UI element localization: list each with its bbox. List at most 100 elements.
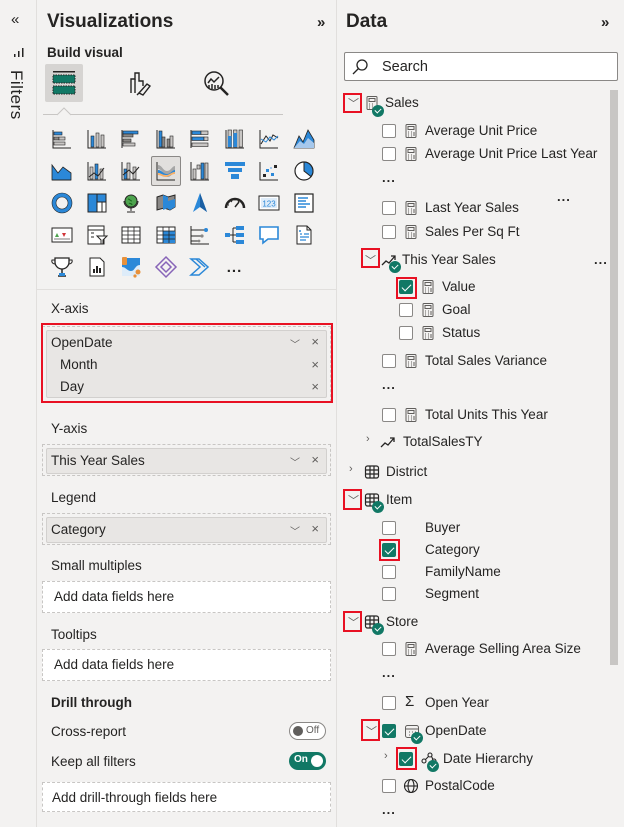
more-options-icon[interactable]: ...: [594, 252, 608, 267]
visual-waterfall-chart[interactable]: [185, 156, 215, 186]
visual-gauge[interactable]: [220, 188, 250, 218]
field-checkbox[interactable]: [382, 696, 396, 710]
data-title: Data: [346, 11, 388, 32]
legend-field-pill[interactable]: Category ﹀ ×: [46, 517, 327, 543]
remove-field-icon[interactable]: ×: [311, 452, 319, 467]
chevron-right-icon[interactable]: ›: [349, 463, 353, 475]
visual-power-automate[interactable]: [185, 252, 215, 282]
more-options-icon[interactable]: ...: [557, 189, 571, 204]
analytics-tab[interactable]: [197, 64, 235, 102]
tooltips-well[interactable]: Add data fields here: [42, 649, 331, 681]
visual-metrics[interactable]: [47, 252, 77, 282]
power-automate-icon: [189, 258, 210, 276]
field-checkbox[interactable]: [382, 124, 396, 138]
field-checkbox[interactable]: [382, 779, 396, 793]
visual-paginated-report[interactable]: [82, 252, 112, 282]
more-options-icon[interactable]: ...: [382, 377, 396, 392]
visual-more-visuals[interactable]: ...: [220, 252, 250, 282]
remove-field-icon[interactable]: ×: [311, 521, 319, 536]
kpi-icon: [51, 227, 73, 243]
collapse-visualizations-icon[interactable]: »: [317, 14, 325, 31]
visual-line-and-stacked-column-chart[interactable]: [82, 156, 112, 186]
calculator-icon: [405, 642, 417, 656]
visual-100-stacked-bar-chart[interactable]: [185, 124, 215, 154]
field-checkbox[interactable]: [382, 354, 396, 368]
visual-funnel-chart[interactable]: [220, 156, 250, 186]
visual-multi-row-card[interactable]: [289, 188, 319, 218]
chevron-down-icon[interactable]: ﹀: [290, 523, 300, 538]
selected-check-badge: [411, 732, 423, 744]
field-checkbox[interactable]: [399, 303, 413, 317]
visual-100-stacked-column-chart[interactable]: [220, 124, 250, 154]
visual-smart-narrative[interactable]: [289, 220, 319, 250]
field-checkbox[interactable]: [399, 326, 413, 340]
more-options-icon[interactable]: ...: [382, 665, 396, 680]
visual-area-chart[interactable]: [289, 124, 319, 154]
field-checkbox[interactable]: [382, 521, 396, 535]
mode-tab-divider: [43, 114, 283, 115]
cross-report-toggle[interactable]: Off: [289, 722, 326, 740]
more-options-icon[interactable]: ...: [382, 802, 396, 817]
y-axis-well[interactable]: This Year Sales ﹀ ×: [42, 444, 331, 476]
visual-stacked-column-chart[interactable]: [82, 124, 112, 154]
visual-decomposition-tree[interactable]: [220, 220, 250, 250]
legend-well[interactable]: Category ﹀ ×: [42, 513, 331, 545]
visual-donut-chart[interactable]: [47, 188, 77, 218]
filled-map-icon: [156, 194, 175, 211]
x-axis-label: X-axis: [51, 301, 89, 316]
format-visual-tab[interactable]: [121, 64, 159, 102]
visual-power-apps-diamond[interactable]: [151, 252, 181, 282]
visual-clustered-bar-chart[interactable]: [116, 124, 146, 154]
field-checkbox[interactable]: [382, 408, 396, 422]
chevron-right-icon[interactable]: ›: [366, 433, 370, 445]
search-input[interactable]: Search: [344, 52, 618, 81]
drill-through-well[interactable]: Add drill-through fields here: [42, 782, 331, 812]
visual-azure-map[interactable]: [185, 188, 215, 218]
visual-card[interactable]: 123: [254, 188, 284, 218]
more-visuals-icon: ...: [226, 258, 243, 276]
visual-qa[interactable]: [254, 220, 284, 250]
visual-matrix[interactable]: [151, 220, 181, 250]
azure-map-icon: [193, 193, 207, 212]
visual-ribbon-chart[interactable]: [150, 156, 181, 186]
matrix-icon: [156, 226, 175, 244]
field-checkbox[interactable]: [382, 225, 396, 239]
field-checkbox-checked[interactable]: [382, 724, 396, 738]
chevron-right-icon[interactable]: ›: [384, 750, 388, 762]
visual-filled-map[interactable]: [151, 188, 181, 218]
field-checkbox[interactable]: [382, 565, 396, 579]
legend-field-name: Category: [51, 522, 106, 537]
visual-map[interactable]: [116, 188, 146, 218]
field-checkbox[interactable]: [382, 201, 396, 215]
visual-stacked-area-chart[interactable]: [47, 156, 77, 186]
visual-clustered-column-chart[interactable]: [151, 124, 181, 154]
chevron-down-icon[interactable]: ﹀: [290, 454, 300, 469]
filters-label[interactable]: Filters: [6, 70, 26, 120]
collapse-data-icon[interactable]: »: [601, 14, 609, 31]
multi-row-card-icon: [293, 193, 314, 213]
treemap-icon: [87, 193, 106, 213]
visual-table[interactable]: [116, 220, 146, 250]
visual-line-chart[interactable]: [254, 124, 284, 154]
expand-filters-icon[interactable]: «: [11, 12, 19, 27]
small-multiples-well[interactable]: Add data fields here: [42, 581, 331, 613]
visual-power-apps[interactable]: [116, 252, 146, 282]
tooltips-placeholder: Add data fields here: [54, 657, 175, 672]
more-options-icon[interactable]: ...: [382, 170, 396, 185]
visual-key-influencers[interactable]: [185, 220, 215, 250]
visual-kpi[interactable]: [47, 220, 77, 250]
visual-line-and-clustered-column-chart[interactable]: [116, 156, 146, 186]
field-checkbox[interactable]: [382, 642, 396, 656]
build-visual-tab[interactable]: [45, 64, 83, 102]
visual-pie-chart[interactable]: [289, 156, 319, 186]
data-scrollbar[interactable]: [610, 90, 618, 665]
field-checkbox[interactable]: [382, 147, 396, 161]
filters-pane-collapsed[interactable]: « Filters: [0, 0, 37, 827]
visual-stacked-bar-chart[interactable]: [47, 124, 77, 154]
visual-scatter-chart[interactable]: [254, 156, 284, 186]
visual-slicer[interactable]: [82, 220, 112, 250]
visual-treemap[interactable]: [82, 188, 112, 218]
field-checkbox[interactable]: [382, 587, 396, 601]
y-axis-field-pill[interactable]: This Year Sales ﹀ ×: [46, 448, 327, 474]
keep-all-filters-toggle[interactable]: On: [289, 752, 326, 770]
